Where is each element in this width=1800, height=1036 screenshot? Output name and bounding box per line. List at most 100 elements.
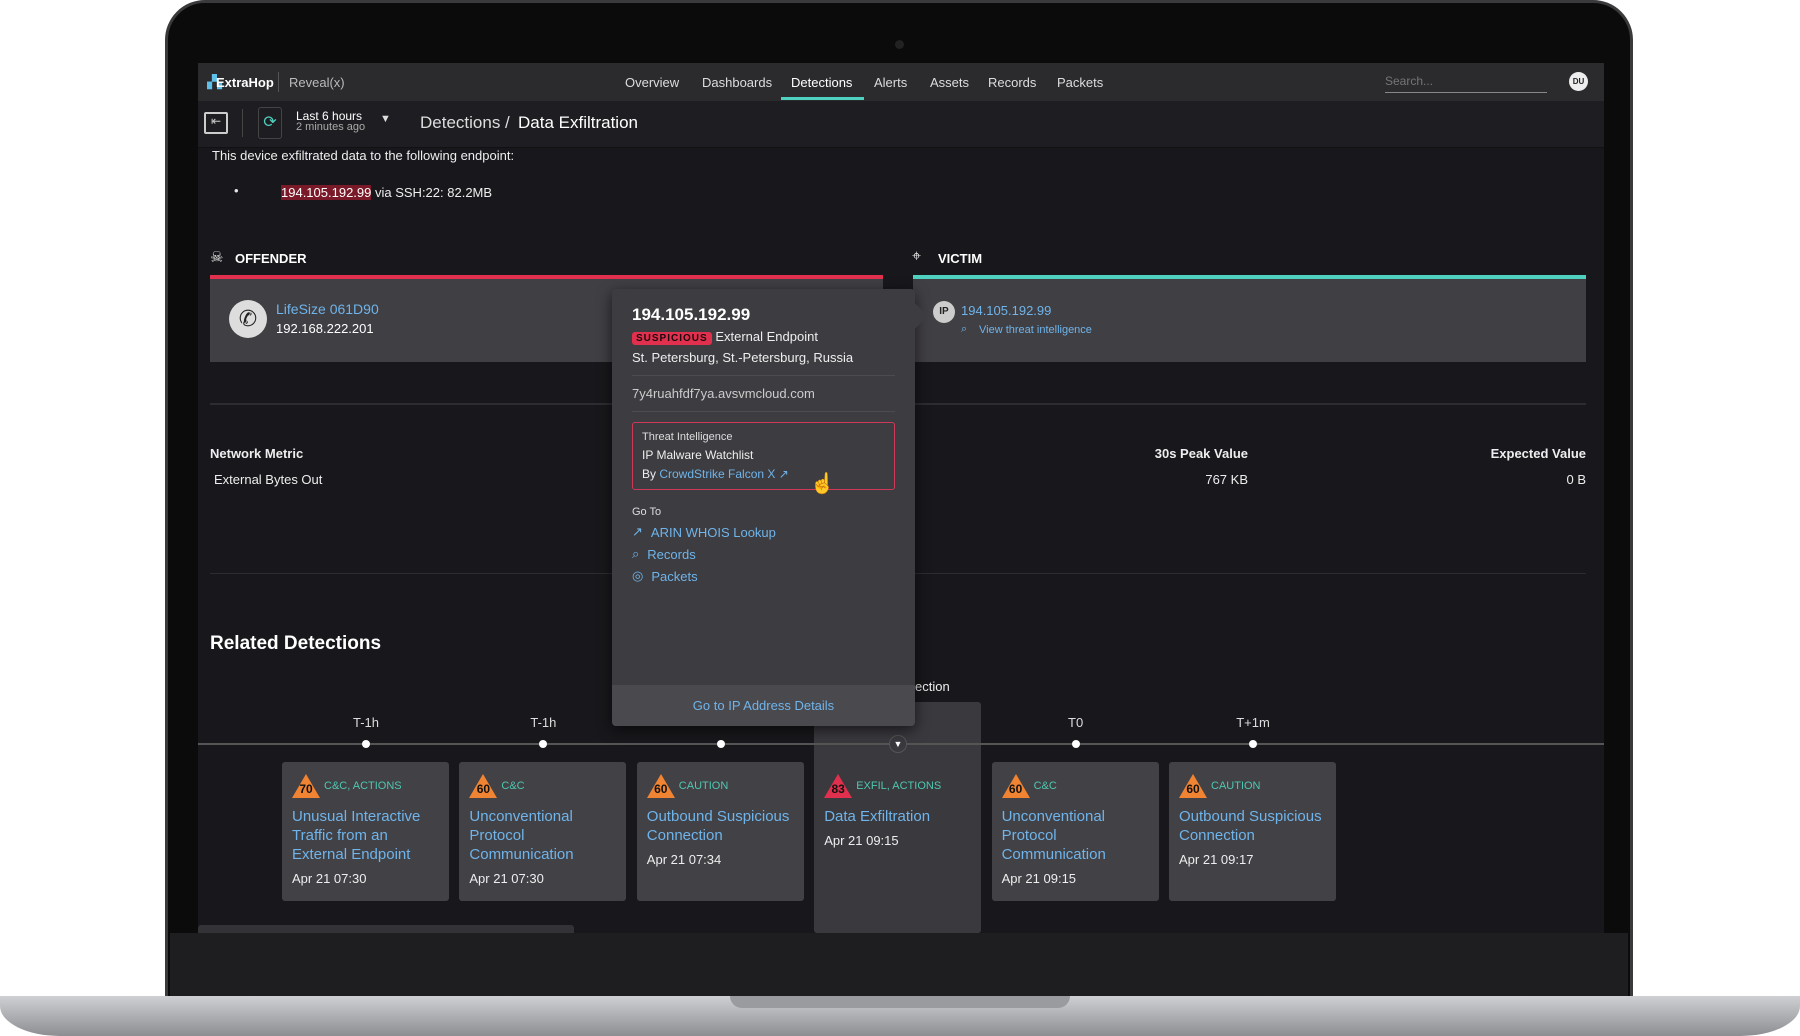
detection-category: CAUTION [678, 780, 729, 792]
ip-details-popover: 194.105.192.99 SUSPICIOUS External Endpo… [612, 289, 928, 726]
detection-name[interactable]: Outbound Suspicious Connection [1179, 807, 1326, 845]
detection-category: C&C, ACTIONS [324, 780, 402, 792]
avatar[interactable]: DU [1569, 72, 1588, 91]
offender-name[interactable]: LifeSize 061D90 [276, 301, 379, 317]
victim-card: IP 194.105.192.99 ⌕ View threat intellig… [913, 275, 1586, 362]
laptop-notch [730, 996, 1070, 1008]
laptop-chin [170, 933, 1628, 996]
brand[interactable]: ExtraHop [216, 75, 274, 90]
suspicious-badge: SUSPICIOUS [632, 332, 712, 345]
nav-assets[interactable]: Assets [930, 75, 969, 90]
expected-col-header: Expected Value [1490, 446, 1586, 461]
back-window-icon[interactable]: ⇤ [204, 112, 228, 134]
detection-name[interactable]: Unconventional Protocol Communication [1002, 807, 1149, 864]
detection-card[interactable]: 60 C&C Unconventional Protocol Communicat… [459, 762, 627, 901]
detection-card[interactable]: 70 C&C, ACTIONS Unusual Interactive Traff… [282, 762, 449, 901]
selected-marker-icon[interactable]: ▼ [889, 735, 907, 753]
timeline-label: T+1m [1236, 715, 1270, 730]
detection-card[interactable]: 60 CAUTION Outbound Suspicious Connection… [1169, 762, 1336, 901]
related-detections-title: Related Detections [210, 633, 382, 654]
location: St. Petersburg, St.-Petersburg, Russia [632, 350, 854, 365]
ip-pin-icon: IP [933, 301, 955, 323]
peak-col-header: 30s Peak Value [1154, 446, 1248, 461]
nav-dashboards[interactable]: Dashboards [702, 75, 772, 90]
card-header: 83 EXFIL, ACTIONS [824, 774, 971, 798]
nav-records[interactable]: Records [988, 75, 1036, 90]
risk-score-triangle-icon: 60 [1179, 774, 1207, 798]
card-header: 60 CAUTION [646, 774, 794, 798]
victim-ip[interactable]: 194.105.192.99 [961, 303, 1051, 318]
detection-date: Apr 21 07:34 [646, 852, 722, 867]
top-nav: ▗▚ ExtraHop Reveal(x) Overview Dashboard… [198, 63, 1604, 101]
detection-name[interactable]: Data Exfiltration [824, 807, 971, 826]
breadcrumb-current: Data Exfiltration [518, 113, 638, 132]
search-input[interactable] [1385, 69, 1547, 93]
risk-score-triangle-icon: 60 [646, 774, 675, 798]
skull-icon: ☠ [210, 249, 224, 266]
card-header: 60 CAUTION [1179, 774, 1326, 798]
link-label: Packets [651, 568, 698, 584]
external-link-icon[interactable]: ↗ [779, 467, 789, 481]
risk-score-triangle-icon: 60 [469, 774, 498, 798]
peak-value: 767 KB [1205, 472, 1248, 487]
phone-icon: ✆ [229, 300, 267, 338]
detection-name[interactable]: Outbound Suspicious Connection [647, 807, 794, 845]
risk-score: 70 [299, 782, 313, 796]
detection-name[interactable]: Unusual Interactive Traffic from an Exte… [292, 807, 439, 864]
nav-alerts[interactable]: Alerts [874, 75, 907, 90]
timeline-dot[interactable] [362, 740, 370, 748]
ti-by: By [642, 467, 660, 481]
detection-name[interactable]: Unconventional Protocol Communication [469, 807, 616, 864]
detection-card[interactable]: 60 C&C Unconventional Protocol Communicat… [991, 762, 1159, 901]
hostname: 7y4ruahfdf7ya.avsvmcloud.com [632, 375, 895, 401]
timeline-dot[interactable] [716, 740, 725, 748]
summary-line: 194.105.192.99 via SSH:22: 82.2MB [281, 185, 492, 200]
nav-detections[interactable]: Detections [791, 75, 852, 90]
refresh-icon[interactable]: ⟳ [258, 107, 282, 139]
risk-score: 60 [476, 782, 491, 796]
product-name: Reveal(x) [289, 75, 345, 90]
offender-header: OFFENDER [235, 251, 307, 266]
view-threat-intel-link[interactable]: View threat intelligence [979, 324, 1092, 336]
offender-ip: 192.168.222.201 [276, 321, 374, 336]
summary-detail: via SSH:22: 82.2MB [371, 185, 493, 200]
go-to-ip-details-button[interactable]: Go to IP Address Details [612, 685, 915, 726]
sub-toolbar: ⇤ ⟳ Last 6 hours 2 minutes ago ▼ Detecti… [198, 101, 1604, 148]
external-link-icon: ↗ [632, 524, 643, 539]
endpoint-type: External Endpoint [715, 329, 818, 344]
arin-whois-link[interactable]: ↗ ARIN WHOIS Lookup [632, 524, 895, 540]
detection-card[interactable]: 60 CAUTION Outbound Suspicious Connection… [636, 762, 804, 901]
victim-header: VICTIM [938, 251, 983, 266]
timeline-label: T-1h [530, 715, 557, 730]
divider [242, 109, 243, 137]
packets-link[interactable]: ◎ Packets [632, 568, 895, 584]
chevron-down-icon[interactable]: ▼ [380, 113, 391, 125]
breadcrumb-detections[interactable]: Detections [420, 113, 500, 133]
risk-score-triangle-icon: 83 [824, 774, 853, 798]
detection-category: C&C [1033, 780, 1057, 792]
detection-date: Apr 21 07:30 [469, 871, 544, 886]
ti-title: Threat Intelligence [642, 431, 733, 443]
popup-ip: 194.105.192.99 [632, 305, 751, 324]
card-header: 70 C&C, ACTIONS [292, 774, 439, 798]
endpoint-ip-highlight[interactable]: 194.105.192.99 [281, 185, 372, 200]
link-label: Records [647, 546, 696, 562]
timeline-label: T-1h [352, 715, 379, 730]
timeline-dot[interactable] [1071, 740, 1080, 748]
records-link[interactable]: ⌕ Records [632, 546, 895, 562]
timeline-dot[interactable] [539, 740, 548, 748]
active-tab-indicator [781, 97, 864, 100]
risk-score: 60 [1186, 782, 1200, 796]
nav-overview[interactable]: Overview [625, 75, 679, 90]
detection-date: Apr 21 09:15 [824, 833, 899, 848]
divider [278, 72, 279, 92]
risk-score: 83 [831, 782, 845, 796]
timeline-dot[interactable] [1249, 740, 1257, 748]
crowdstrike-link[interactable]: CrowdStrike Falcon X [659, 467, 775, 481]
bullet: • [234, 183, 239, 198]
metric-name: External Bytes Out [214, 472, 323, 487]
detection-card[interactable]: 83 EXFIL, ACTIONS Data Exfiltration Apr 2… [814, 762, 981, 901]
nav-packets[interactable]: Packets [1057, 75, 1103, 90]
summary-intro: This device exfiltrated data to the foll… [212, 148, 515, 163]
detection-date: Apr 21 09:15 [1001, 871, 1077, 886]
